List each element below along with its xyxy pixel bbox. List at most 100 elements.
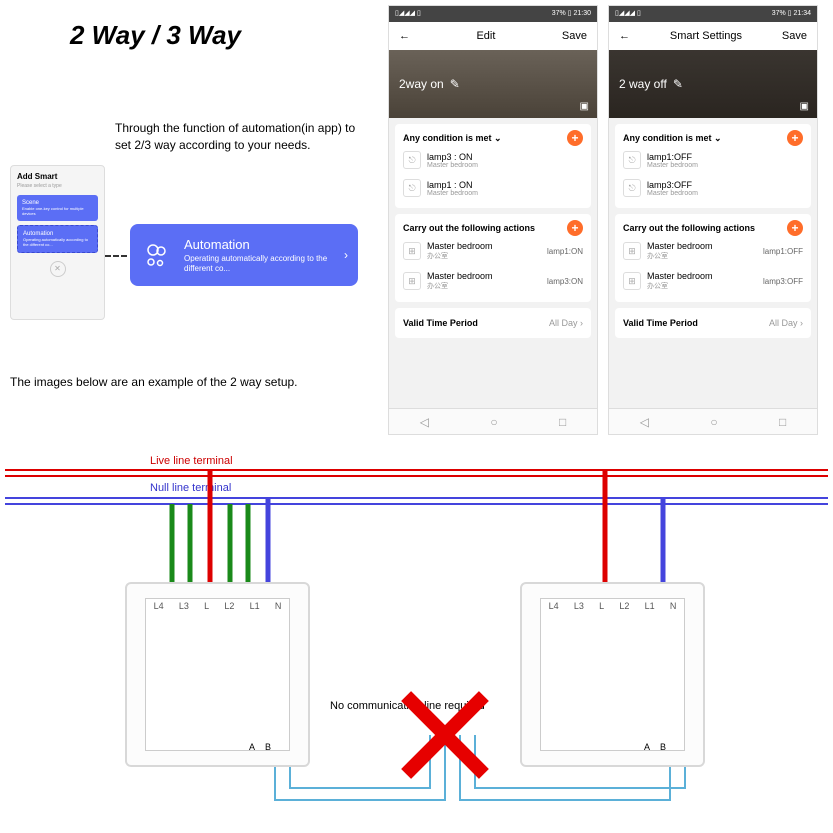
add-action-button[interactable]: +: [567, 220, 583, 236]
cloud-rain-icon: [140, 238, 174, 272]
back-icon[interactable]: ←: [619, 30, 630, 42]
act-title: Master bedroom: [647, 241, 713, 251]
actions-header: Carry out the following actions: [623, 223, 755, 233]
nav-back-icon[interactable]: ◁: [640, 415, 649, 429]
valid-value: All Day: [549, 318, 578, 328]
valid-time-row[interactable]: Valid Time Period All Day ›: [615, 308, 811, 338]
nav-home-icon[interactable]: ○: [490, 415, 497, 429]
terminals: L4L3LL2L1N: [541, 601, 684, 611]
switch-device-right: L4L3LL2L1N AB: [520, 582, 705, 767]
description: Through the function of automation(in ap…: [115, 120, 365, 154]
status-bar: ▯◢◢◢ ▯ 37% ▯ 21:30: [389, 6, 597, 22]
switch-device-left: L4L3LL2L1N AB: [125, 582, 310, 767]
mini-subheader: Please select a type: [17, 183, 98, 189]
switch-inner: L4L3LL2L1N AB: [540, 598, 685, 751]
save-button[interactable]: Save: [782, 30, 807, 42]
action-row[interactable]: ⊞ Master bedroom办公室 lamp1:ON: [403, 236, 583, 266]
status-left: ▯◢◢◢ ▯: [615, 9, 641, 19]
valid-label: Valid Time Period: [403, 318, 478, 328]
ab-terminals: AB: [644, 742, 666, 752]
mini-card-scene: Scene Enable one-key control for multipl…: [17, 195, 98, 221]
actions-header: Carry out the following actions: [403, 223, 535, 233]
nav-home-icon[interactable]: ○: [710, 415, 717, 429]
chevron-right-icon: ›: [344, 248, 348, 262]
valid-value: All Day: [769, 318, 798, 328]
page-title: 2 Way / 3 Way: [70, 20, 241, 51]
switch-inner: L4L3LL2L1N AB: [145, 598, 290, 751]
cond-sub: Master bedroom: [647, 162, 698, 169]
scene-banner[interactable]: 2 way off ✎ ▣: [609, 50, 817, 118]
cond-title: lamp3:OFF: [647, 180, 698, 190]
dashed-connector: [105, 255, 127, 257]
condition-row[interactable]: ⎋ lamp1 : ONMaster bedroom: [403, 174, 583, 202]
terminals: L4L3LL2L1N: [146, 601, 289, 611]
image-icon[interactable]: ▣: [800, 101, 809, 112]
device-icon: ⎋: [403, 151, 421, 169]
cond-title: lamp1 : ON: [427, 180, 478, 190]
add-action-button[interactable]: +: [787, 220, 803, 236]
cond-sub: Master bedroom: [427, 190, 478, 197]
android-nav-bar: ◁ ○ □: [609, 408, 817, 434]
back-icon[interactable]: ←: [399, 30, 410, 42]
status-right: 37% ▯ 21:30: [552, 9, 591, 19]
nav-back-icon[interactable]: ◁: [420, 415, 429, 429]
edit-icon[interactable]: ✎: [450, 77, 460, 91]
live-line-label: Live line terminal: [150, 455, 233, 467]
act-title: Master bedroom: [647, 271, 713, 281]
valid-time-row[interactable]: Valid Time Period All Day ›: [395, 308, 591, 338]
actions-section: Carry out the following actions + ⊞ Mast…: [395, 214, 591, 302]
condition-header[interactable]: Any condition is met ⌄: [623, 133, 722, 144]
nav-recent-icon[interactable]: □: [559, 415, 566, 429]
save-button[interactable]: Save: [562, 30, 587, 42]
add-condition-button[interactable]: +: [787, 130, 803, 146]
act-sub: 办公室: [647, 281, 713, 291]
act-value: lamp3:ON: [547, 277, 583, 286]
phone-screenshot-smart-settings: ▯◢◢◢ ▯ 37% ▯ 21:34 ← Smart Settings Save…: [608, 5, 818, 435]
device-icon: ⎋: [403, 179, 421, 197]
cond-title: lamp3 : ON: [427, 152, 478, 162]
act-sub: 办公室: [427, 281, 493, 291]
action-row[interactable]: ⊞ Master bedroom办公室 lamp1:OFF: [623, 236, 803, 266]
switch-icon: ⊞: [403, 272, 421, 290]
banner-title: 2 way off: [619, 77, 667, 91]
nav-recent-icon[interactable]: □: [779, 415, 786, 429]
cond-title: lamp1:OFF: [647, 152, 698, 162]
android-nav-bar: ◁ ○ □: [389, 408, 597, 434]
cond-sub: Master bedroom: [427, 162, 478, 169]
status-left: ▯◢◢◢ ▯: [395, 9, 421, 19]
cond-sub: Master bedroom: [647, 190, 698, 197]
auto-subtitle: Operating automatically according to the…: [184, 254, 344, 273]
act-value: lamp1:OFF: [763, 247, 803, 256]
phone-screenshot-edit: ▯◢◢◢ ▯ 37% ▯ 21:30 ← Edit Save 2way on ✎…: [388, 5, 598, 435]
mini-card-scene-sub: Enable one-key control for multiple devi…: [22, 206, 93, 216]
edit-icon[interactable]: ✎: [673, 77, 683, 91]
action-row[interactable]: ⊞ Master bedroom办公室 lamp3:OFF: [623, 266, 803, 296]
valid-label: Valid Time Period: [623, 318, 698, 328]
auto-title: Automation: [184, 237, 344, 252]
actions-section: Carry out the following actions + ⊞ Mast…: [615, 214, 811, 302]
act-sub: 办公室: [427, 251, 493, 261]
conditions-section: Any condition is met ⌄ + ⎋ lamp1:OFFMast…: [615, 124, 811, 208]
condition-header[interactable]: Any condition is met ⌄: [403, 133, 502, 144]
null-line-label: Null line terminal: [150, 482, 231, 494]
image-icon[interactable]: ▣: [580, 101, 589, 112]
close-icon: ✕: [50, 261, 66, 277]
automation-callout: Automation Operating automatically accor…: [130, 224, 358, 286]
condition-row[interactable]: ⎋ lamp3:OFFMaster bedroom: [623, 174, 803, 202]
add-condition-button[interactable]: +: [567, 130, 583, 146]
chevron-down-icon: ⌄: [494, 133, 502, 143]
condition-row[interactable]: ⎋ lamp3 : ONMaster bedroom: [403, 146, 583, 174]
banner-title: 2way on: [399, 77, 444, 91]
condition-row[interactable]: ⎋ lamp1:OFFMaster bedroom: [623, 146, 803, 174]
act-value: lamp1:ON: [547, 247, 583, 256]
action-row[interactable]: ⊞ Master bedroom办公室 lamp3:ON: [403, 266, 583, 296]
example-note: The images below are an example of the 2…: [10, 375, 298, 389]
status-bar: ▯◢◢◢ ▯ 37% ▯ 21:34: [609, 6, 817, 22]
screen-title: Edit: [476, 30, 495, 42]
act-title: Master bedroom: [427, 241, 493, 251]
device-icon: ⎋: [623, 179, 641, 197]
scene-banner[interactable]: 2way on ✎ ▣: [389, 50, 597, 118]
mini-header: Add Smart: [17, 172, 98, 181]
mini-card-automation: Automation Operating automatically accor…: [17, 225, 98, 253]
mini-phone-screenshot: Add Smart Please select a type Scene Ena…: [10, 165, 105, 320]
